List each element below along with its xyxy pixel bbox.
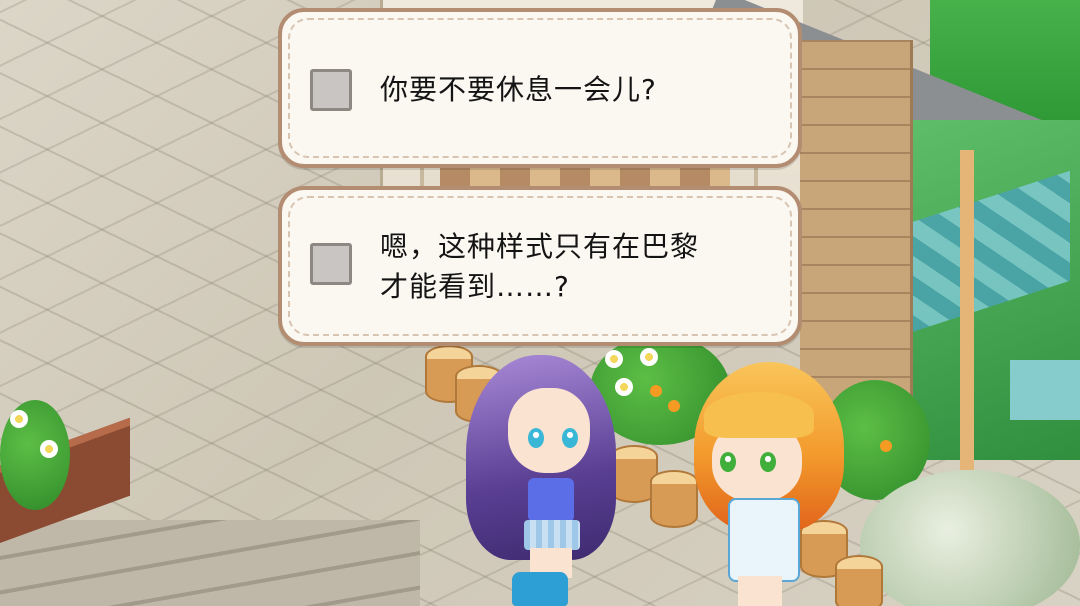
log-stump bbox=[835, 555, 883, 606]
white-flower bbox=[615, 378, 633, 396]
dialog-choice-2[interactable]: 嗯，这种样式只有在巴黎 才能看到……? bbox=[278, 186, 802, 346]
choice-checkbox[interactable] bbox=[310, 69, 352, 111]
bangs bbox=[704, 392, 814, 438]
orange-flower bbox=[668, 400, 680, 412]
log-stump bbox=[650, 470, 698, 528]
white-flower bbox=[40, 440, 58, 458]
orange-flower bbox=[650, 385, 662, 397]
blue-top bbox=[528, 478, 574, 522]
white-flower bbox=[605, 350, 623, 368]
orange-flower bbox=[880, 440, 892, 452]
blue-boots bbox=[512, 572, 568, 606]
choice-checkbox[interactable] bbox=[310, 243, 352, 285]
face bbox=[508, 388, 590, 473]
stone-steps bbox=[0, 520, 420, 606]
eye bbox=[760, 452, 776, 472]
eye bbox=[528, 428, 544, 448]
choice-text: 你要不要休息一会儿? bbox=[380, 73, 657, 106]
choice-text: 嗯，这种样式只有在巴黎 才能看到……? bbox=[380, 230, 700, 303]
white-flower bbox=[10, 410, 28, 428]
legs bbox=[738, 576, 782, 606]
eye bbox=[562, 428, 578, 448]
white-flower bbox=[640, 348, 658, 366]
dialog-choice-1[interactable]: 你要不要休息一会儿? bbox=[278, 8, 802, 168]
white-jacket bbox=[728, 498, 800, 582]
eye bbox=[720, 452, 736, 472]
glass-room-pillar bbox=[960, 150, 974, 470]
denim-shorts bbox=[524, 520, 580, 550]
